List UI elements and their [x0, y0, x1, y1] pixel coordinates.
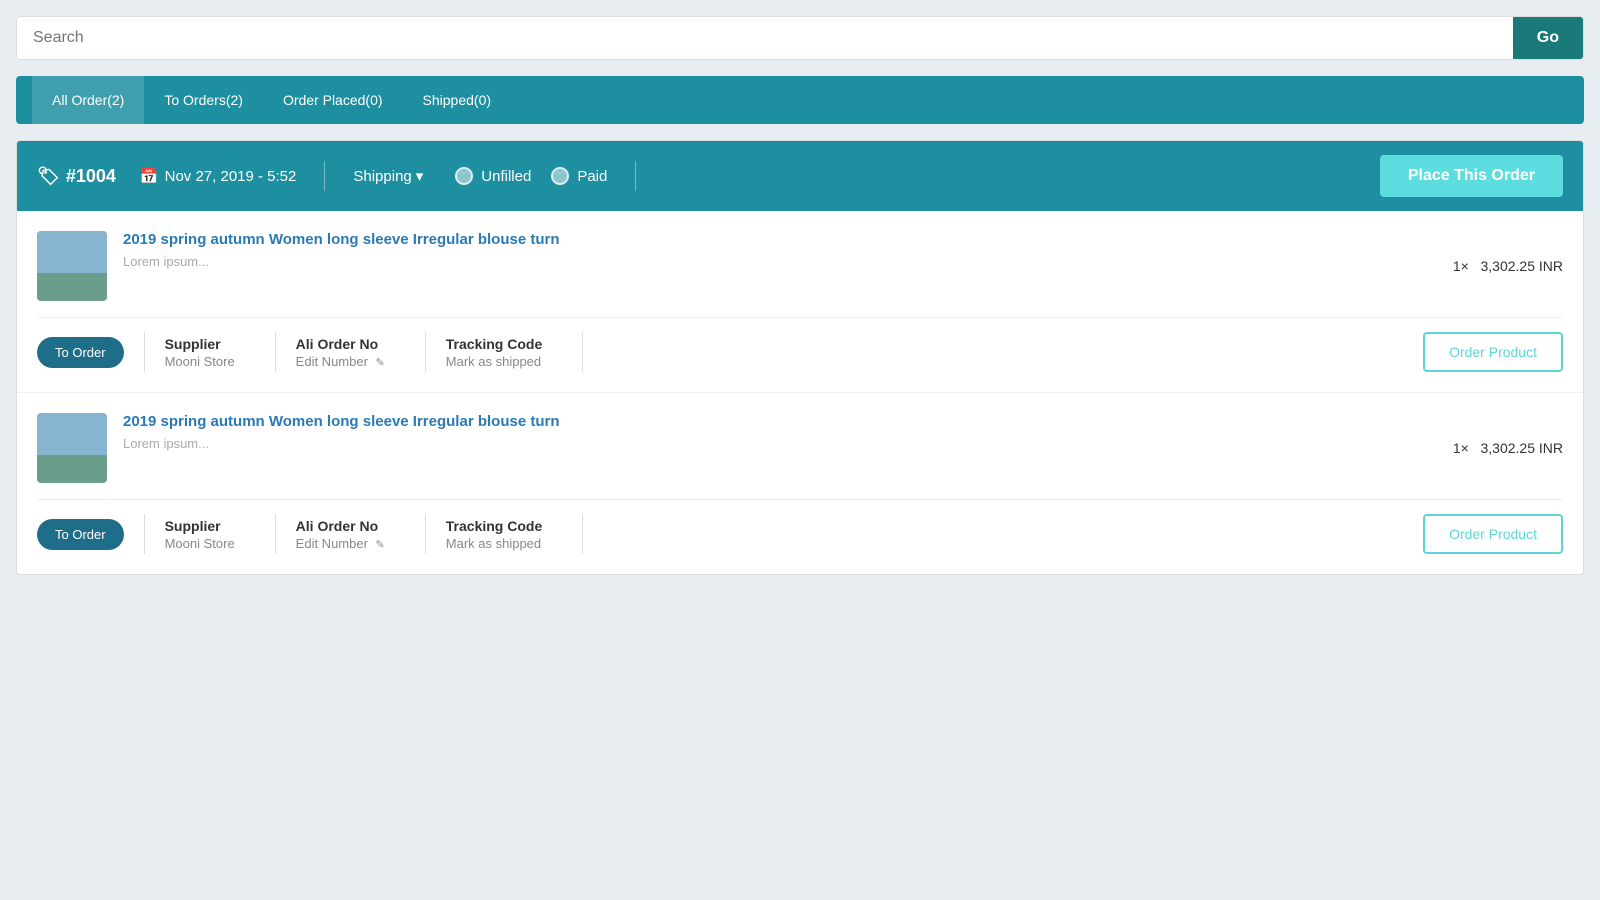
item-thumbnail — [37, 413, 107, 483]
action-sep-4 — [582, 332, 583, 372]
item-actions: To Order Supplier Mooni Store Ali Order … — [37, 499, 1563, 554]
to-order-button[interactable]: To Order — [37, 337, 124, 368]
tab-bar: All Order(2) To Orders(2) Order Placed(0… — [16, 76, 1584, 124]
order-card: 🏷 #1004 📅 Nov 27, 2019 - 5:52 Shipping ▾… — [16, 140, 1584, 575]
shipping-label: Shipping — [353, 168, 411, 185]
item-price: 1× 3,302.25 INR — [1453, 258, 1563, 274]
ali-order-value[interactable]: Edit Number ✎ — [296, 536, 385, 551]
tab-all-orders[interactable]: All Order(2) — [32, 76, 144, 124]
tag-icon: 🏷 — [37, 166, 60, 187]
order-id-value: #1004 — [66, 166, 116, 187]
ali-order-col: Ali Order No Edit Number ✎ — [296, 336, 405, 369]
item-description: Lorem ipsum... — [123, 436, 1437, 451]
place-order-button[interactable]: Place This Order — [1380, 155, 1563, 197]
paid-label: Paid — [577, 168, 607, 185]
action-sep-4 — [582, 514, 583, 554]
item-quantity: 1× — [1453, 258, 1469, 274]
ali-order-value[interactable]: Edit Number ✎ — [296, 354, 385, 369]
order-item: 2019 spring autumn Women long sleeve Irr… — [17, 393, 1583, 574]
action-sep-2 — [275, 332, 276, 372]
supplier-label: Supplier — [165, 336, 235, 352]
ali-order-label: Ali Order No — [296, 518, 385, 534]
item-price-value: 3,302.25 INR — [1481, 258, 1564, 274]
ali-order-col: Ali Order No Edit Number ✎ — [296, 518, 405, 551]
item-title[interactable]: 2019 spring autumn Women long sleeve Irr… — [123, 413, 1437, 430]
item-title[interactable]: 2019 spring autumn Women long sleeve Irr… — [123, 231, 1437, 248]
supplier-value: Mooni Store — [165, 354, 235, 369]
chevron-down-icon: ▾ — [416, 167, 424, 185]
header-separator-1 — [324, 161, 325, 191]
item-info: 2019 spring autumn Women long sleeve Irr… — [123, 413, 1437, 451]
item-actions: To Order Supplier Mooni Store Ali Order … — [37, 317, 1563, 372]
order-date: 📅 Nov 27, 2019 - 5:52 — [140, 167, 296, 185]
search-bar: Go — [16, 16, 1584, 60]
order-item: 2019 spring autumn Women long sleeve Irr… — [17, 211, 1583, 393]
supplier-col: Supplier Mooni Store — [165, 518, 255, 551]
action-sep-3 — [425, 514, 426, 554]
to-order-button[interactable]: To Order — [37, 519, 124, 550]
header-separator-2 — [635, 161, 636, 191]
tab-shipped[interactable]: Shipped(0) — [403, 76, 512, 124]
action-sep-3 — [425, 332, 426, 372]
order-items: 2019 spring autumn Women long sleeve Irr… — [17, 211, 1583, 574]
shipping-dropdown[interactable]: Shipping ▾ — [353, 167, 423, 185]
tracking-value[interactable]: Mark as shipped — [446, 536, 542, 551]
tab-to-orders[interactable]: To Orders(2) — [144, 76, 263, 124]
order-date-value: Nov 27, 2019 - 5:52 — [165, 168, 297, 185]
tab-order-placed[interactable]: Order Placed(0) — [263, 76, 403, 124]
unfilled-circle — [455, 167, 473, 185]
order-header: 🏷 #1004 📅 Nov 27, 2019 - 5:52 Shipping ▾… — [17, 141, 1583, 211]
paid-circle — [551, 167, 569, 185]
action-sep-2 — [275, 514, 276, 554]
tracking-label: Tracking Code — [446, 518, 542, 534]
tracking-label: Tracking Code — [446, 336, 542, 352]
edit-icon: ✎ — [376, 539, 385, 551]
action-sep-1 — [144, 332, 145, 372]
item-price: 1× 3,302.25 INR — [1453, 440, 1563, 456]
item-thumbnail — [37, 231, 107, 301]
edit-icon: ✎ — [376, 357, 385, 369]
calendar-icon: 📅 — [140, 167, 159, 185]
item-top-row: 2019 spring autumn Women long sleeve Irr… — [37, 231, 1563, 301]
item-top-row: 2019 spring autumn Women long sleeve Irr… — [37, 413, 1563, 483]
item-description: Lorem ipsum... — [123, 254, 1437, 269]
supplier-label: Supplier — [165, 518, 235, 534]
tracking-col: Tracking Code Mark as shipped — [446, 518, 562, 551]
order-product-button[interactable]: Order Product — [1423, 514, 1563, 554]
order-product-button[interactable]: Order Product — [1423, 332, 1563, 372]
search-go-button[interactable]: Go — [1513, 17, 1583, 59]
search-input[interactable] — [17, 17, 1513, 59]
item-quantity: 1× — [1453, 440, 1469, 456]
supplier-value: Mooni Store — [165, 536, 235, 551]
status-group: Unfilled Paid — [455, 167, 607, 185]
supplier-col: Supplier Mooni Store — [165, 336, 255, 369]
order-id: 🏷 #1004 — [37, 166, 116, 187]
item-info: 2019 spring autumn Women long sleeve Irr… — [123, 231, 1437, 269]
tracking-value[interactable]: Mark as shipped — [446, 354, 542, 369]
unfilled-label: Unfilled — [481, 168, 531, 185]
item-price-value: 3,302.25 INR — [1481, 440, 1564, 456]
ali-order-label: Ali Order No — [296, 336, 385, 352]
status-paid: Paid — [551, 167, 607, 185]
tracking-col: Tracking Code Mark as shipped — [446, 336, 562, 369]
action-sep-1 — [144, 514, 145, 554]
status-unfilled: Unfilled — [455, 167, 531, 185]
